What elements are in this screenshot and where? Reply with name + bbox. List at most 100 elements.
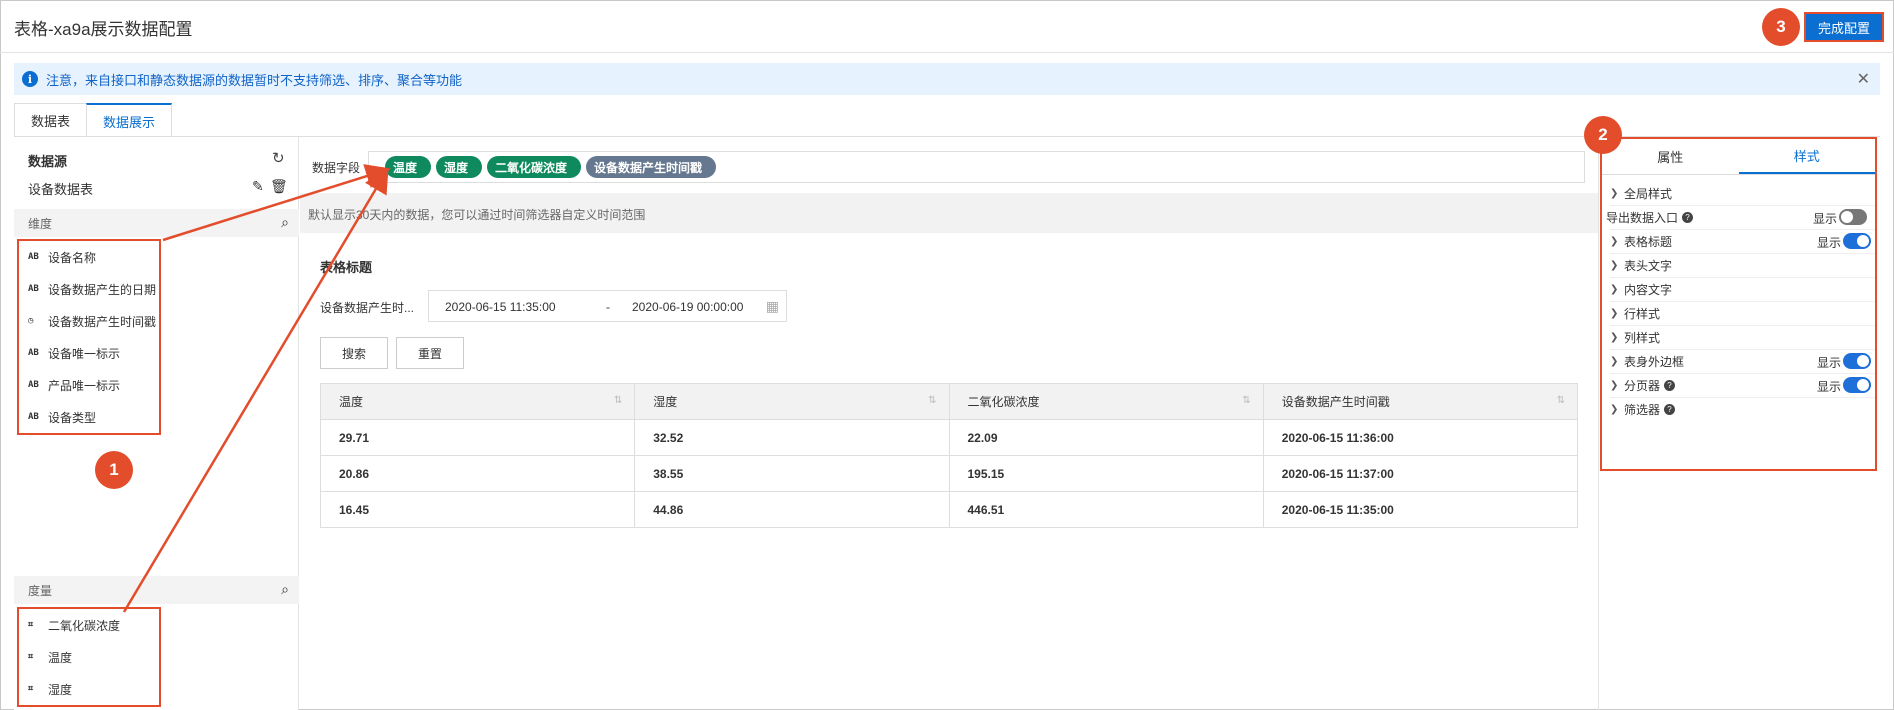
- page-title: 表格-xa9a展示数据配置: [14, 20, 193, 39]
- help-icon[interactable]: ?: [1664, 379, 1676, 391]
- field-chip[interactable]: 湿度: [436, 156, 483, 178]
- toggle-knob: [1857, 379, 1869, 391]
- setting-header-text[interactable]: ❯ 表头文字: [1610, 253, 1875, 277]
- date-end: 2020-06-19 00:00:00: [632, 300, 744, 314]
- setting-label: 导出数据入口: [1606, 210, 1679, 225]
- setting-filter[interactable]: ❯ 筛选器 ?: [1610, 397, 1875, 421]
- search-icon[interactable]: ⌕: [281, 581, 289, 598]
- text-type-icon: AB: [28, 284, 39, 294]
- measure-label: 二氧化碳浓度: [48, 618, 121, 633]
- toggle-knob: [1857, 235, 1869, 247]
- dimension-item[interactable]: AB 设备唯一标示: [19, 337, 159, 369]
- measure-label: 湿度: [48, 682, 73, 697]
- chevron-right-icon: ❯: [1610, 355, 1619, 367]
- measure-label: 温度: [48, 650, 73, 665]
- data-field-bar: 数据字段 温度 湿度 二氧化碳浓度 设备数据产生时间戳: [300, 137, 1598, 193]
- chevron-right-icon: ❯: [1610, 187, 1619, 199]
- dimension-item[interactable]: AB 设备名称: [19, 241, 159, 273]
- setting-content-text[interactable]: ❯ 内容文字: [1610, 277, 1875, 301]
- dimension-label: 设备唯一标示: [48, 346, 121, 361]
- table-cell: 195.15: [948, 455, 1264, 492]
- annotation-badge-3: 3: [1762, 8, 1800, 46]
- field-chip[interactable]: 设备数据产生时间戳: [586, 156, 717, 178]
- text-type-icon: AB: [28, 412, 39, 422]
- measure-item[interactable]: ⌗ 湿度: [19, 673, 159, 705]
- trash-icon[interactable]: 🗑: [270, 178, 288, 195]
- number-type-icon: ⌗: [28, 620, 34, 630]
- search-button[interactable]: 搜索: [320, 337, 388, 369]
- measure-item[interactable]: ⌗ 二氧化碳浓度: [19, 609, 159, 641]
- setting-label: 列样式: [1624, 330, 1661, 345]
- data-table: 温度 ⇅ 湿度 ⇅ 二氧化碳浓度 ⇅ 设备数据产生时间戳 ⇅ 29.71 32.52 2…: [319, 383, 1579, 528]
- table-cell: 20.86: [319, 455, 636, 492]
- tab-style[interactable]: 样式: [1738, 139, 1875, 174]
- show-label: 显示: [1812, 212, 1837, 226]
- table-cell: 2020-06-15 11:35:00: [1262, 491, 1579, 528]
- sort-icon[interactable]: ⇅: [1242, 395, 1250, 406]
- column-label: 设备数据产生时间戳: [1281, 395, 1390, 409]
- column-header[interactable]: 设备数据产生时间戳 ⇅: [1262, 383, 1579, 420]
- table-title-toggle[interactable]: [1843, 233, 1871, 249]
- close-icon[interactable]: ✕: [1857, 69, 1870, 89]
- tab-data-display[interactable]: 数据展示: [86, 103, 173, 137]
- dimension-header: 维度 ⌕: [14, 209, 299, 237]
- done-config-button[interactable]: 完成配置: [1804, 12, 1884, 42]
- chevron-right-icon: ❯: [1610, 331, 1619, 343]
- setting-table-title[interactable]: ❯ 表格标题 显示: [1610, 229, 1875, 253]
- refresh-icon[interactable]: ↻: [272, 149, 285, 167]
- column-label: 二氧化碳浓度: [967, 395, 1040, 409]
- column-header[interactable]: 二氧化碳浓度 ⇅: [948, 383, 1264, 420]
- table-cell: 2020-06-15 11:37:00: [1262, 455, 1579, 492]
- setting-column-style[interactable]: ❯ 列样式: [1610, 325, 1875, 349]
- setting-label: 表格标题: [1624, 234, 1673, 249]
- column-label: 湿度: [653, 395, 678, 409]
- dimension-item[interactable]: ◷ 设备数据产生时间戳: [19, 305, 159, 337]
- field-chip[interactable]: 二氧化碳浓度: [487, 156, 582, 178]
- left-panel: 数据源 ↻ 设备数据表 ✎ 🗑 维度 ⌕ AB 设备名称 AB 设备数据产生的日期 …: [14, 137, 299, 710]
- setting-label: 全局样式: [1624, 186, 1673, 201]
- chevron-right-icon: ❯: [1610, 259, 1619, 271]
- sort-icon[interactable]: ⇅: [614, 395, 622, 406]
- number-type-icon: ⌗: [28, 684, 34, 694]
- dimension-label: 设备数据产生时间戳: [48, 314, 157, 329]
- measure-item[interactable]: ⌗ 温度: [19, 641, 159, 673]
- setting-global-style[interactable]: ❯ 全局样式: [1610, 181, 1875, 205]
- sort-icon[interactable]: ⇅: [928, 395, 936, 406]
- column-header[interactable]: 湿度 ⇅: [634, 383, 950, 420]
- outer-border-toggle[interactable]: [1843, 353, 1871, 369]
- setting-label: 分页器: [1624, 378, 1661, 393]
- chevron-right-icon: ❯: [1610, 379, 1619, 391]
- header: 表格-xa9a展示数据配置 完成配置: [0, 0, 1894, 53]
- reset-button[interactable]: 重置: [396, 337, 464, 369]
- main-tabs: 数据表 数据展示: [14, 103, 173, 137]
- table-cell: 446.51: [948, 491, 1264, 528]
- tab-properties[interactable]: 属性: [1602, 139, 1739, 174]
- data-field-dropzone[interactable]: 温度 湿度 二氧化碳浓度 设备数据产生时间戳: [368, 151, 1585, 183]
- dimension-item[interactable]: AB 设备类型: [19, 401, 159, 433]
- setting-outer-border[interactable]: ❯ 表身外边框 显示: [1610, 349, 1875, 373]
- date-range-picker[interactable]: 2020-06-15 11:35:00 - 2020-06-19 00:00:0…: [428, 290, 787, 322]
- dimension-item[interactable]: AB 产品唯一标示: [19, 369, 159, 401]
- show-label: 显示: [1816, 236, 1841, 250]
- setting-pager[interactable]: ❯ 分页器 ? 显示: [1610, 373, 1875, 397]
- dimension-label: 设备数据产生的日期: [48, 282, 157, 297]
- hint-bar: 默认显示30天内的数据，您可以通过时间筛选器自定义时间范围: [300, 193, 1598, 233]
- text-type-icon: AB: [28, 380, 39, 390]
- tab-data-table[interactable]: 数据表: [14, 103, 88, 137]
- table-row: 29.71 32.52 22.09 2020-06-15 11:36:00: [319, 419, 1579, 456]
- datasource-title: 数据源: [28, 154, 68, 169]
- help-icon[interactable]: ?: [1682, 211, 1694, 223]
- field-chip[interactable]: 温度: [385, 156, 432, 178]
- column-header[interactable]: 温度 ⇅: [319, 383, 636, 420]
- help-icon[interactable]: ?: [1664, 403, 1676, 415]
- sort-icon[interactable]: ⇅: [1557, 395, 1565, 406]
- setting-row-style[interactable]: ❯ 行样式: [1610, 301, 1875, 325]
- export-toggle[interactable]: [1839, 209, 1867, 225]
- table-cell: 16.45: [319, 491, 636, 528]
- search-icon[interactable]: ⌕: [281, 214, 289, 231]
- dimension-label: 设备类型: [48, 410, 97, 425]
- table-title: 表格标题: [320, 260, 373, 275]
- pager-toggle[interactable]: [1843, 377, 1871, 393]
- edit-icon[interactable]: ✎: [252, 178, 264, 195]
- dimension-item[interactable]: AB 设备数据产生的日期: [19, 273, 159, 305]
